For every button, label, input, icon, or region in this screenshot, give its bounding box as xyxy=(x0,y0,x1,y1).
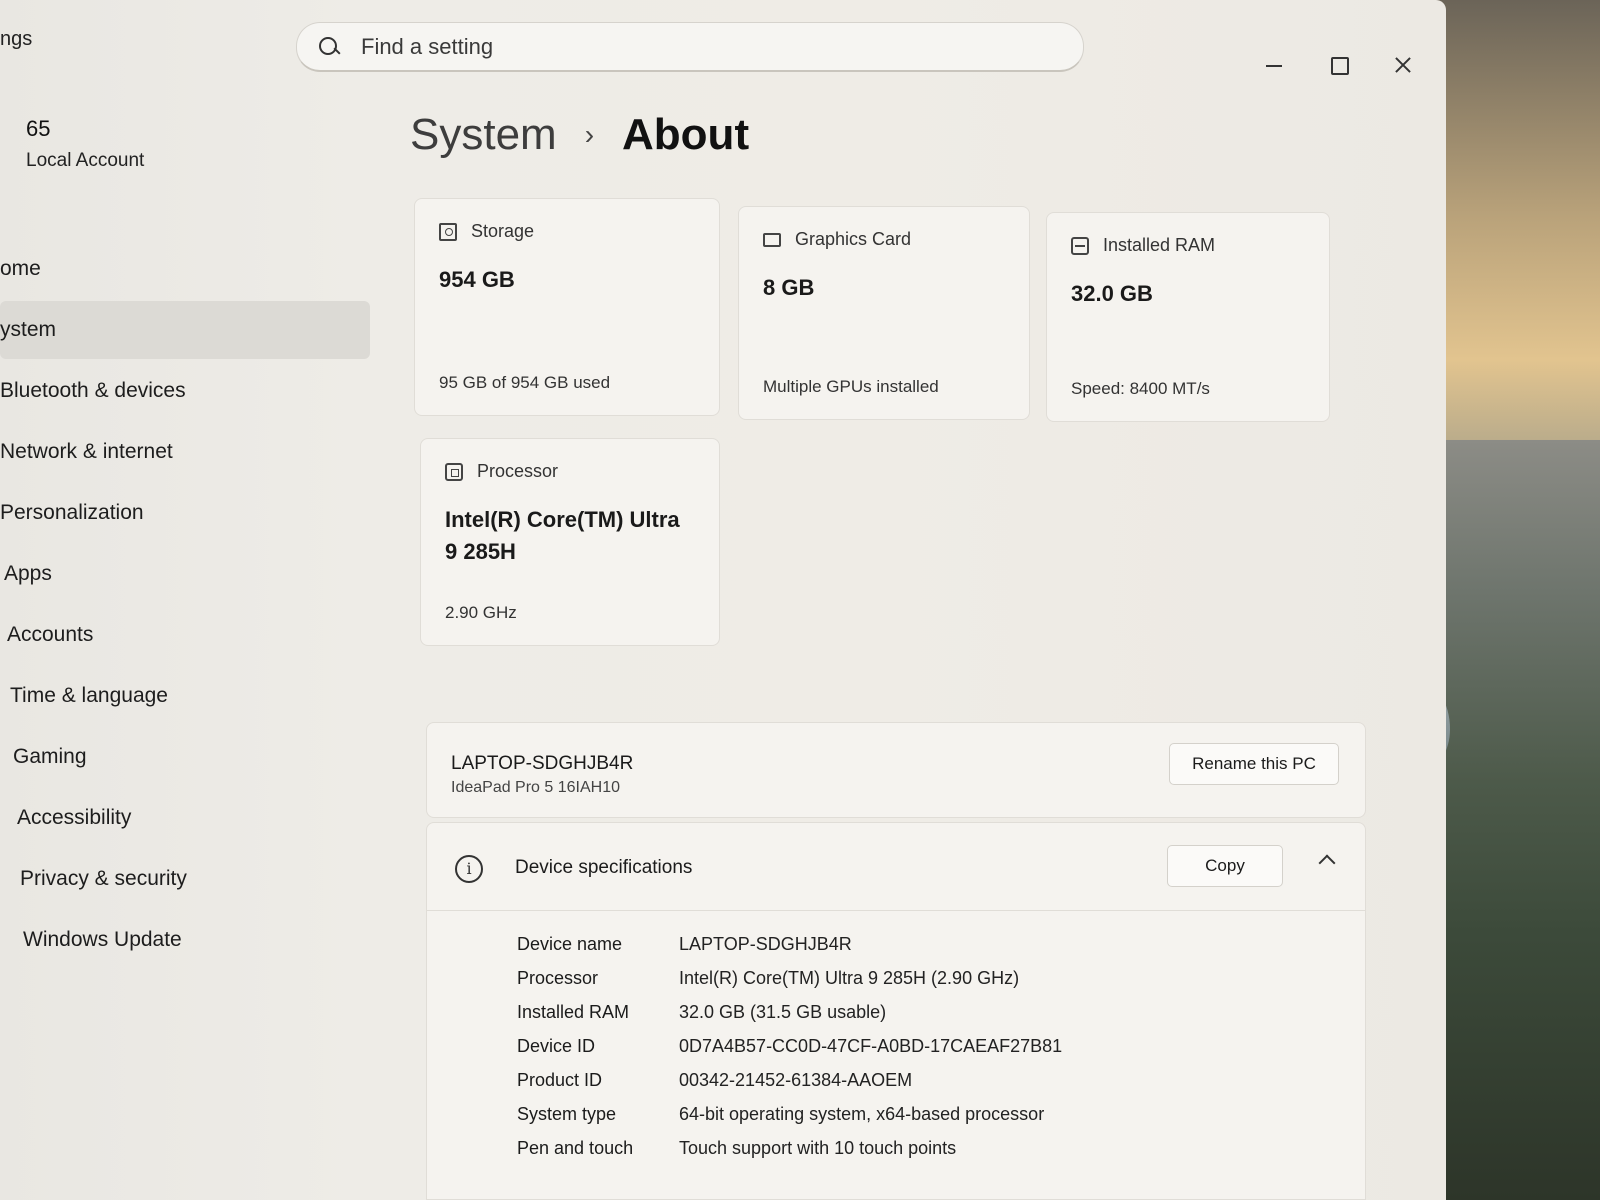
spec-value: Intel(R) Core(TM) Ultra 9 285H (2.90 GHz… xyxy=(679,967,1020,988)
sidebar-item-accounts[interactable]: Accounts xyxy=(0,606,370,664)
spec-row: System type 64-bit operating system, x64… xyxy=(517,1097,1062,1131)
spec-value: LAPTOP-SDGHJB4R xyxy=(679,933,852,954)
sidebar-item-windows-update[interactable]: Windows Update xyxy=(0,911,370,969)
spec-row: Processor Intel(R) Core(TM) Ultra 9 285H… xyxy=(517,961,1062,995)
card-label: Processor xyxy=(477,461,559,481)
spec-label: Device name xyxy=(517,933,623,954)
rename-pc-button[interactable]: Rename this PC xyxy=(1169,743,1339,785)
spec-label: Pen and touch xyxy=(517,1137,634,1158)
spec-row: Device name LAPTOP-SDGHJB4R xyxy=(517,927,1062,961)
sidebar-item-gaming[interactable]: Gaming xyxy=(0,728,370,786)
maximize-icon[interactable] xyxy=(1326,52,1352,78)
storage-card[interactable]: Storage 954 GB 95 GB of 954 GB used xyxy=(414,198,720,416)
sidebar-item-time-language[interactable]: Time & language xyxy=(0,667,370,725)
device-specifications-header[interactable]: i Device specifications Copy xyxy=(427,823,1365,911)
breadcrumb: System › About xyxy=(410,110,749,160)
search-icon xyxy=(317,35,341,59)
card-header: Graphics Card xyxy=(763,229,1005,250)
card-value: 32.0 GB xyxy=(1071,281,1153,306)
card-value: Intel(R) Core(TM) Ultra 9 285H xyxy=(445,507,680,564)
processor-card[interactable]: Processor Intel(R) Core(TM) Ultra 9 285H… xyxy=(420,438,720,646)
spec-row: Device ID 0D7A4B57-CC0D-47CF-A0BD-17CAEA… xyxy=(517,1029,1062,1063)
spec-value: 0D7A4B57-CC0D-47CF-A0BD-17CAEAF27B81 xyxy=(679,1035,1063,1056)
installed-ram-card[interactable]: Installed RAM 32.0 GB Speed: 8400 MT/s xyxy=(1046,212,1330,422)
sidebar-item-label: Accounts xyxy=(7,623,94,646)
sidebar-item-privacy-security[interactable]: Privacy & security xyxy=(0,850,370,908)
sidebar-item-label: Bluetooth & devices xyxy=(0,379,186,402)
ram-icon xyxy=(1071,236,1089,255)
spec-label: Installed RAM xyxy=(517,1001,630,1022)
card-label: Installed RAM xyxy=(1103,235,1216,255)
sidebar-item-network-internet[interactable]: Network & internet xyxy=(0,423,370,481)
minimize-icon[interactable] xyxy=(1262,52,1288,78)
sidebar-item-apps[interactable]: Apps xyxy=(0,545,370,603)
info-icon: i xyxy=(455,855,483,883)
window-controls xyxy=(1262,52,1416,78)
app-title: ngs xyxy=(0,28,33,50)
card-value: 8 GB xyxy=(763,275,815,300)
spec-label: Device ID xyxy=(517,1035,596,1056)
card-sub: Speed: 8400 MT/s xyxy=(1071,379,1210,398)
spec-label: Product ID xyxy=(517,1069,603,1090)
sidebar-item-bluetooth-devices[interactable]: Bluetooth & devices xyxy=(0,362,370,420)
storage-icon xyxy=(439,222,457,241)
sidebar-item-label: Windows Update xyxy=(23,928,182,951)
card-label: Storage xyxy=(471,221,535,241)
sidebar-item-label: Time & language xyxy=(10,684,168,707)
pc-model: IdeaPad Pro 5 16IAH10 xyxy=(451,779,621,796)
sidebar-item-label: Network & internet xyxy=(0,440,173,463)
card-label: Graphics Card xyxy=(795,229,912,249)
pc-name-row: LAPTOP-SDGHJB4R IdeaPad Pro 5 16IAH10 Re… xyxy=(426,722,1366,818)
spec-row: Product ID 00342-21452-61384-AAOEM xyxy=(517,1063,1062,1097)
device-specifications-table: Device name LAPTOP-SDGHJB4R Processor In… xyxy=(517,927,1062,1165)
card-sub: 2.90 GHz xyxy=(445,603,517,622)
sidebar-item-system[interactable]: ystem xyxy=(0,301,370,359)
account-info[interactable]: 65 Local Account xyxy=(26,116,144,172)
sidebar-item-label: Privacy & security xyxy=(20,867,187,890)
processor-icon xyxy=(445,462,463,481)
spec-row: Installed RAM 32.0 GB (31.5 GB usable) xyxy=(517,995,1062,1029)
pc-name: LAPTOP-SDGHJB4R xyxy=(451,753,634,774)
spec-label: System type xyxy=(517,1103,617,1124)
spec-row: Pen and touch Touch support with 10 touc… xyxy=(517,1131,1062,1165)
graphics-card-card[interactable]: Graphics Card 8 GB Multiple GPUs install… xyxy=(738,206,1030,420)
card-header: Storage xyxy=(439,221,695,242)
sidebar-item-label: ome xyxy=(0,257,41,280)
spec-value: Touch support with 10 touch points xyxy=(679,1137,957,1158)
sidebar-item-home[interactable]: ome xyxy=(0,240,370,298)
account-type: Local Account xyxy=(26,150,145,171)
device-specifications-title: Device specifications xyxy=(515,857,693,878)
chevron-right-icon: › xyxy=(584,119,595,150)
card-header: Installed RAM xyxy=(1071,235,1305,256)
spec-value: 64-bit operating system, x64-based proce… xyxy=(679,1103,1045,1124)
spec-value: 00342-21452-61384-AAOEM xyxy=(679,1069,913,1090)
card-header: Processor xyxy=(445,461,695,482)
sidebar-item-accessibility[interactable]: Accessibility xyxy=(0,789,370,847)
card-sub: Multiple GPUs installed xyxy=(763,377,939,396)
close-icon[interactable] xyxy=(1390,52,1416,78)
sidebar-item-personalization[interactable]: Personalization xyxy=(0,484,370,542)
account-name: 65 xyxy=(26,116,51,141)
page-title: About xyxy=(622,110,750,159)
card-sub: 95 GB of 954 GB used xyxy=(439,373,611,392)
sidebar-item-label: Personalization xyxy=(0,501,144,524)
graphics-card-icon xyxy=(763,232,781,247)
device-specifications-panel: i Device specifications Copy Device name… xyxy=(426,822,1366,1200)
copy-button[interactable]: Copy xyxy=(1167,845,1283,887)
card-value: 954 GB xyxy=(439,267,515,292)
search-box[interactable] xyxy=(296,22,1084,72)
sidebar-item-label: ystem xyxy=(0,318,57,341)
sidebar-item-label: Accessibility xyxy=(17,806,132,829)
search-input[interactable] xyxy=(361,33,1041,60)
breadcrumb-parent[interactable]: System xyxy=(410,110,557,160)
spec-value: 32.0 GB (31.5 GB usable) xyxy=(679,1001,887,1022)
settings-window: ngs 65 Local Account ome ystem Bluetooth… xyxy=(0,0,1446,1200)
sidebar: ome ystem Bluetooth & devices Network & … xyxy=(0,240,370,972)
chevron-up-icon[interactable] xyxy=(1318,854,1336,872)
sidebar-item-label: Apps xyxy=(4,562,52,585)
spec-label: Processor xyxy=(517,967,599,988)
sidebar-item-label: Gaming xyxy=(13,745,87,768)
